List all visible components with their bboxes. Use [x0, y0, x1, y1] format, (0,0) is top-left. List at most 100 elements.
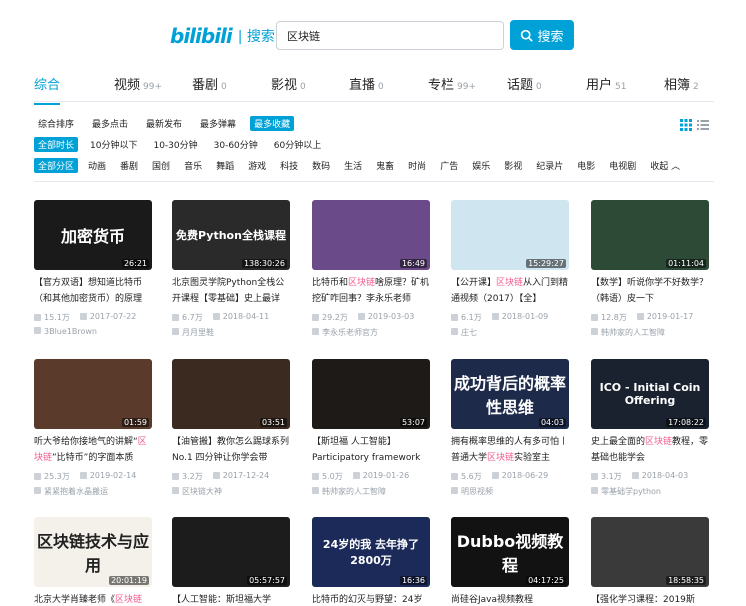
zone-option-16[interactable]: 电影	[573, 158, 599, 173]
video-card[interactable]: 01:59 听大爷给你接地气的讲解“区块链”比特币”的字面本质 25.3万 2019-…	[34, 359, 152, 497]
video-title[interactable]: 【强化学习课程：2019斯	[591, 592, 709, 606]
sort-option-4[interactable]: 最多收藏	[250, 115, 295, 131]
zone-option-10[interactable]: 鬼畜	[372, 158, 398, 173]
uploader[interactable]: 庄七	[451, 327, 569, 338]
video-card[interactable]: 16:49 比特币和区块链啥原理？矿机挖矿咋回事？李永乐老师 29.2万 2019-0…	[312, 200, 430, 338]
video-thumbnail[interactable]: Dubbo视频教程 04:17:25	[451, 517, 569, 587]
zone-option-8[interactable]: 数码	[308, 158, 334, 173]
tab-6[interactable]: 话题 0	[507, 74, 542, 93]
video-thumbnail[interactable]: 24岁的我 去年挣了2800万 16:36	[312, 517, 430, 587]
video-title[interactable]: 比特币和区块链啥原理？矿机挖矿咋回事？李永乐老师	[312, 275, 430, 307]
video-card[interactable]: 05:57:57 【人工智能：斯坦福大学	[172, 517, 290, 606]
tab-3[interactable]: 影视 0	[271, 74, 306, 93]
zone-option-5[interactable]: 舞蹈	[212, 158, 238, 173]
tab-0[interactable]: 综合	[34, 74, 61, 105]
video-card[interactable]: 53:07 【斯坦福 人工智能】Participatory framework f…	[312, 359, 430, 497]
video-thumbnail[interactable]: 53:07	[312, 359, 430, 429]
view-toggle	[680, 116, 709, 131]
video-thumbnail[interactable]: 区块链技术与应用 20:01:19	[34, 517, 152, 587]
video-card[interactable]: 01:11:04 【数学】听说你学不好数学？（韩语）皮一下 12.8万 2019-01…	[591, 200, 709, 338]
zone-option-17[interactable]: 电视剧	[605, 158, 640, 173]
video-title[interactable]: 【斯坦福 人工智能】Participatory framework for	[312, 434, 430, 466]
uploader[interactable]: 月月里鞋	[172, 327, 290, 338]
sort-option-1[interactable]: 最多点击	[88, 116, 132, 131]
video-thumbnail[interactable]: 15:29:27	[451, 200, 569, 270]
tab-8[interactable]: 相簿 2	[664, 74, 699, 93]
bilibili-logo[interactable]: bilibili | 搜索	[170, 24, 275, 48]
duration-option-2[interactable]: 10-30分钟	[149, 137, 201, 152]
video-thumbnail[interactable]: 加密货币 26:21	[34, 200, 152, 270]
tab-4[interactable]: 直播 0	[349, 74, 384, 93]
sort-option-3[interactable]: 最多弹幕	[196, 116, 240, 131]
video-title[interactable]: 【数学】听说你学不好数学？（韩语）皮一下	[591, 275, 709, 307]
search-button[interactable]: 搜索	[510, 20, 574, 50]
video-thumbnail[interactable]: ICO - Initial Coin Offering 17:08:22	[591, 359, 709, 429]
video-title[interactable]: 北京图灵学院Python全栈公开课程【零基础】史上最详	[172, 275, 290, 307]
video-title[interactable]: 【公开课】区块链从入门到精通视频（2017）【全】	[451, 275, 569, 307]
zone-option-13[interactable]: 娱乐	[468, 158, 494, 173]
video-title[interactable]: 北京大学肖臻老师《区块链	[34, 592, 152, 606]
video-thumbnail[interactable]: 05:57:57	[172, 517, 290, 587]
video-thumbnail[interactable]: 免费Python全栈课程 138:30:26	[172, 200, 290, 270]
uploader[interactable]: 韩帅家的人工智障	[312, 486, 430, 497]
zone-option-6[interactable]: 游戏	[244, 158, 270, 173]
video-title[interactable]: 【官方双语】想知道比特币（和其他加密货币）的原理	[34, 275, 152, 307]
video-title[interactable]: 史上最全面的区块链教程，零基础也能学会	[591, 434, 709, 466]
zone-option-9[interactable]: 生活	[340, 158, 366, 173]
uploader[interactable]: 明思视频	[451, 486, 569, 497]
duration-option-1[interactable]: 10分钟以下	[86, 137, 141, 152]
video-card[interactable]: 18:58:35 【强化学习课程：2019斯	[591, 517, 709, 606]
video-thumbnail[interactable]: 18:58:35	[591, 517, 709, 587]
sort-option-2[interactable]: 最新发布	[142, 116, 186, 131]
tab-1[interactable]: 视频 99+	[114, 74, 162, 93]
video-thumbnail[interactable]: 成功背后的概率性思维 04:03	[451, 359, 569, 429]
video-title[interactable]: 【人工智能：斯坦福大学	[172, 592, 290, 606]
uploader[interactable]: 紧紧抱着水晶搬运	[34, 486, 152, 497]
duration-badge: 03:51	[259, 418, 287, 427]
video-card[interactable]: 24岁的我 去年挣了2800万 16:36 比特币的幻灭与野望：24岁	[312, 517, 430, 606]
zone-option-7[interactable]: 科技	[276, 158, 302, 173]
video-card[interactable]: 加密货币 26:21 【官方双语】想知道比特币（和其他加密货币）的原理 15.1万 20…	[34, 200, 152, 336]
video-thumbnail[interactable]: 01:59	[34, 359, 152, 429]
video-title[interactable]: 比特币的幻灭与野望：24岁	[312, 592, 430, 606]
video-card[interactable]: ICO - Initial Coin Offering 17:08:22 史上最全面…	[591, 359, 709, 497]
list-view-icon[interactable]	[697, 116, 709, 130]
zone-option-0[interactable]: 全部分区	[34, 157, 79, 173]
zone-option-15[interactable]: 纪录片	[532, 158, 567, 173]
video-thumbnail[interactable]: 01:11:04	[591, 200, 709, 270]
video-card[interactable]: 15:29:27 【公开课】区块链从入门到精通视频（2017）【全】 6.1万 201…	[451, 200, 569, 338]
uploader[interactable]: 李永乐老师官方	[312, 327, 430, 338]
video-title[interactable]: 拥有概率思维的人有多可怕丨普通大学区块链实验室主	[451, 434, 569, 466]
zone-option-2[interactable]: 番剧	[116, 158, 142, 173]
zone-option-12[interactable]: 广告	[436, 158, 462, 173]
zone-option-1[interactable]: 动画	[84, 158, 110, 173]
video-card[interactable]: 成功背后的概率性思维 04:03 拥有概率思维的人有多可怕丨普通大学区块链实验室主 5…	[451, 359, 569, 497]
duration-option-3[interactable]: 30-60分钟	[210, 137, 262, 152]
zone-option-4[interactable]: 音乐	[180, 158, 206, 173]
tab-2[interactable]: 番剧 0	[192, 74, 227, 93]
video-title[interactable]: 听大爷给你接地气的讲解“区块链”比特币”的字面本质	[34, 434, 152, 466]
video-card[interactable]: 区块链技术与应用 20:01:19 北京大学肖臻老师《区块链	[34, 517, 152, 606]
duration-option-4[interactable]: 60分钟以上	[270, 137, 325, 152]
sort-option-0[interactable]: 综合排序	[34, 116, 78, 131]
video-title[interactable]: 尚硅谷Java视频教程	[451, 592, 569, 606]
zone-option-3[interactable]: 国创	[148, 158, 174, 173]
video-thumbnail[interactable]: 16:49	[312, 200, 430, 270]
uploader[interactable]: 零基础学python	[591, 486, 709, 497]
uploader[interactable]: 韩帅家的人工智障	[591, 327, 709, 338]
uploader[interactable]: 区块链大神	[172, 486, 290, 497]
uploader[interactable]: 3Blue1Brown	[34, 327, 152, 336]
zone-option-11[interactable]: 时尚	[404, 158, 430, 173]
duration-option-0[interactable]: 全部时长	[34, 136, 79, 152]
video-card[interactable]: 免费Python全栈课程 138:30:26 北京图灵学院Python全栈公开课程【…	[172, 200, 290, 338]
video-title[interactable]: 【油管搬】教你怎么踢球系列No.1 四分钟让你学会带	[172, 434, 290, 466]
video-thumbnail[interactable]: 03:51	[172, 359, 290, 429]
tab-5[interactable]: 专栏 99+	[428, 74, 476, 93]
grid-view-icon[interactable]	[680, 116, 692, 131]
zone-option-14[interactable]: 影视	[500, 158, 526, 173]
video-card[interactable]: 03:51 【油管搬】教你怎么踢球系列No.1 四分钟让你学会带 3.2万 2017-…	[172, 359, 290, 497]
video-card[interactable]: Dubbo视频教程 04:17:25 尚硅谷Java视频教程	[451, 517, 569, 606]
zone-option-18[interactable]: 收起 ︿	[646, 158, 684, 173]
search-input[interactable]: 区块链	[276, 21, 504, 50]
tab-7[interactable]: 用户 51	[586, 74, 626, 93]
